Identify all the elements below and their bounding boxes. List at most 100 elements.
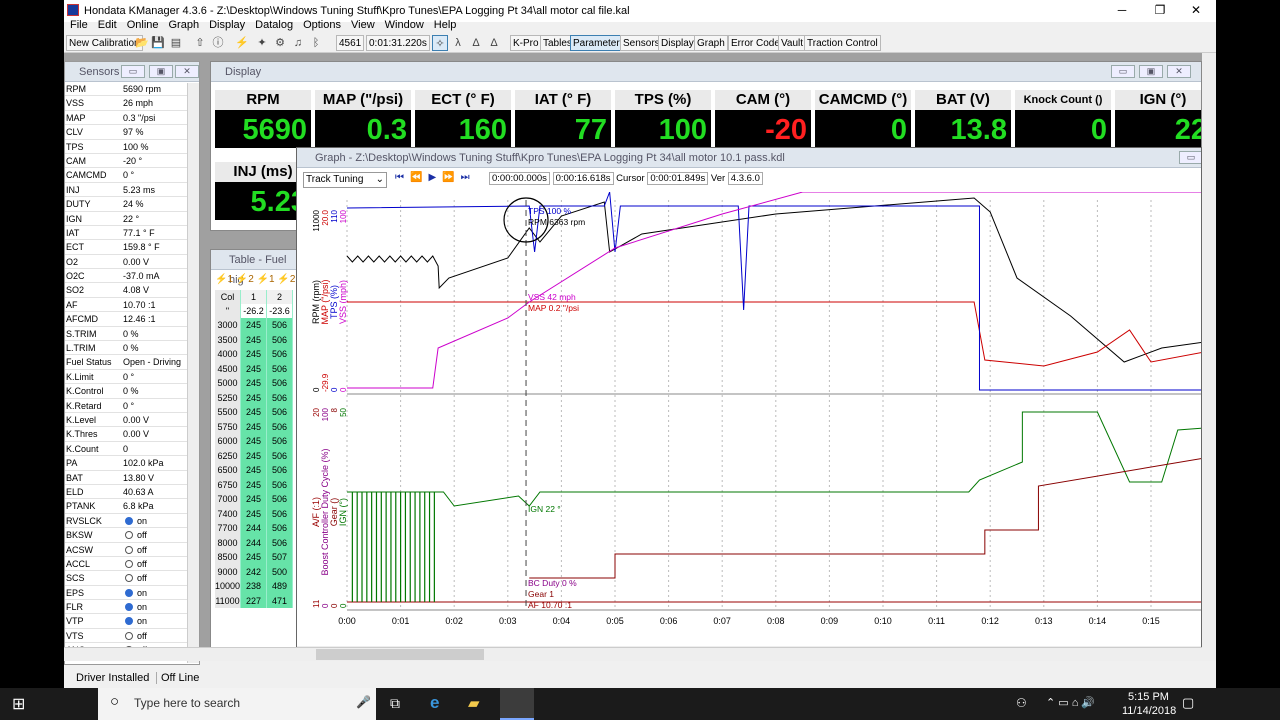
bluetooth-icon[interactable]: ᛒ: [308, 35, 324, 51]
menu-edit[interactable]: Edit: [98, 19, 117, 33]
table-cell[interactable]: 245: [241, 332, 267, 347]
tray-icons[interactable]: ⌃ ▭ ⌂ 🔊: [1046, 696, 1095, 709]
mdi-vscrollbar[interactable]: [1202, 53, 1216, 661]
notification-icon[interactable]: ▢: [1182, 695, 1194, 711]
mdi-hscrollbar[interactable]: [64, 647, 1202, 661]
gauge[interactable]: TPS (%) 100: [615, 90, 711, 148]
table-row-header[interactable]: 5500: [215, 405, 241, 420]
display-minimize[interactable]: ▭: [1111, 65, 1135, 78]
play-icon[interactable]: ▶: [428, 172, 442, 183]
table-row-header[interactable]: 5750: [215, 419, 241, 434]
graph-start-field[interactable]: 0:00:00.000s: [489, 172, 550, 185]
save-icon[interactable]: 💾: [150, 35, 166, 51]
display-restore[interactable]: ▣: [1139, 65, 1163, 78]
open-icon[interactable]: 📂: [134, 35, 150, 51]
table-cell[interactable]: 245: [241, 347, 267, 362]
microphone-icon[interactable]: 🎤: [356, 695, 371, 709]
table-cell[interactable]: 506: [267, 448, 293, 463]
table-cell[interactable]: 245: [241, 550, 267, 565]
lambda-table-icon[interactable]: Δ: [486, 35, 502, 51]
settings-icon[interactable]: ⚙: [272, 35, 288, 51]
table-row-header[interactable]: 3500: [215, 332, 241, 347]
table-cell[interactable]: 245: [241, 506, 267, 521]
table-cell[interactable]: 471: [267, 593, 293, 608]
table-cell[interactable]: 506: [267, 361, 293, 376]
close-button[interactable]: ✕: [1178, 0, 1214, 22]
toolbar-sensors-button[interactable]: Sensors: [620, 35, 663, 51]
table-cell[interactable]: 245: [241, 390, 267, 405]
table-cell[interactable]: 244: [241, 521, 267, 536]
up-arrow-icon[interactable]: ⇧: [192, 35, 208, 51]
table-cell[interactable]: 506: [267, 477, 293, 492]
menu-view[interactable]: View: [351, 19, 375, 33]
display-close[interactable]: ✕: [1167, 65, 1191, 78]
table-cell[interactable]: 245: [241, 376, 267, 391]
table-row-header[interactable]: 8500: [215, 550, 241, 565]
table-row-header[interactable]: 9000: [215, 564, 241, 579]
table-cell[interactable]: 506: [267, 434, 293, 449]
table-row-header[interactable]: 7400: [215, 506, 241, 521]
toolbar-k-pro-button[interactable]: K-Pro: [510, 35, 542, 51]
skip-start-icon[interactable]: ⏮: [395, 172, 410, 183]
table-cell[interactable]: 245: [241, 463, 267, 478]
table-cell[interactable]: -26.2: [241, 304, 267, 319]
gauge[interactable]: IGN (°) 22: [1115, 90, 1201, 148]
table-cell[interactable]: 242: [241, 564, 267, 579]
table-cell[interactable]: 506: [267, 332, 293, 347]
gauge[interactable]: CAMCMD (°) 0: [815, 90, 911, 148]
table-cell[interactable]: 227: [241, 593, 267, 608]
table-cell[interactable]: 244: [241, 535, 267, 550]
taskbar-search[interactable]: ○ Type here to search 🎤: [98, 688, 376, 720]
rewind-icon[interactable]: ⏪: [410, 172, 428, 183]
menu-window[interactable]: Window: [385, 19, 424, 33]
table-cell[interactable]: 500: [267, 564, 293, 579]
clock-time[interactable]: 5:15 PM: [1128, 691, 1169, 703]
minimize-button[interactable]: ─: [1104, 0, 1140, 22]
graph-cursor-field[interactable]: 0:00:01.849s: [647, 172, 709, 185]
gauge[interactable]: MAP ("/psi) 0.3: [315, 90, 411, 148]
gauge[interactable]: ECT (° F) 160: [415, 90, 511, 148]
upload-icon[interactable]: ▤: [168, 35, 184, 51]
fast-forward-icon[interactable]: ⏩: [442, 172, 460, 183]
table-row-header[interactable]: 11000: [215, 593, 241, 608]
gauge[interactable]: RPM 5690: [215, 90, 311, 148]
table-row-header[interactable]: 3000: [215, 318, 241, 333]
table-cell[interactable]: 507: [267, 550, 293, 565]
toolbar-display-button[interactable]: Display: [658, 35, 697, 51]
info-icon[interactable]: ⓘ: [210, 35, 226, 51]
menu-help[interactable]: Help: [434, 19, 457, 33]
menu-graph[interactable]: Graph: [169, 19, 200, 33]
gauge[interactable]: IAT (° F) 77: [515, 90, 611, 148]
tools-icon[interactable]: ♫: [290, 35, 306, 51]
table-row-header[interactable]: Col: [215, 290, 241, 305]
table-row-header[interactable]: 5250: [215, 390, 241, 405]
table-cell[interactable]: 506: [267, 521, 293, 536]
kmanager-taskbar-icon[interactable]: [500, 688, 534, 720]
table-cell[interactable]: 506: [267, 492, 293, 507]
table-cell[interactable]: 506: [267, 463, 293, 478]
graph-end-field[interactable]: 0:00:16.618s: [552, 172, 614, 185]
table-cell[interactable]: 506: [267, 405, 293, 420]
graph-minimize[interactable]: ▭: [1179, 151, 1201, 164]
table-cell[interactable]: 245: [241, 405, 267, 420]
task-view-icon[interactable]: ⧉: [390, 695, 400, 712]
menu-online[interactable]: Online: [127, 19, 159, 33]
gauge[interactable]: CAM (°) -20: [715, 90, 811, 148]
table-row-header[interactable]: 8000: [215, 535, 241, 550]
gear-icon[interactable]: ✦: [254, 35, 270, 51]
table-cell[interactable]: 506: [267, 390, 293, 405]
table-row-header[interactable]: 4500: [215, 361, 241, 376]
table-cell[interactable]: 245: [241, 361, 267, 376]
people-icon[interactable]: ⚇: [1016, 696, 1027, 710]
sensors-restore[interactable]: ▣: [149, 65, 173, 78]
gauge[interactable]: BAT (V) 13.8: [915, 90, 1011, 148]
table-row-header[interactable]: 4000: [215, 347, 241, 362]
table-cell[interactable]: -23.6: [267, 304, 293, 319]
table-cell[interactable]: 245: [241, 448, 267, 463]
clock-date[interactable]: 11/14/2018: [1122, 705, 1176, 717]
table-row-header[interactable]: 5000: [215, 376, 241, 391]
sensors-close[interactable]: ✕: [175, 65, 199, 78]
table-row-header[interactable]: 6500: [215, 463, 241, 478]
menu-file[interactable]: File: [70, 19, 88, 33]
table-cell[interactable]: 1: [241, 290, 267, 305]
